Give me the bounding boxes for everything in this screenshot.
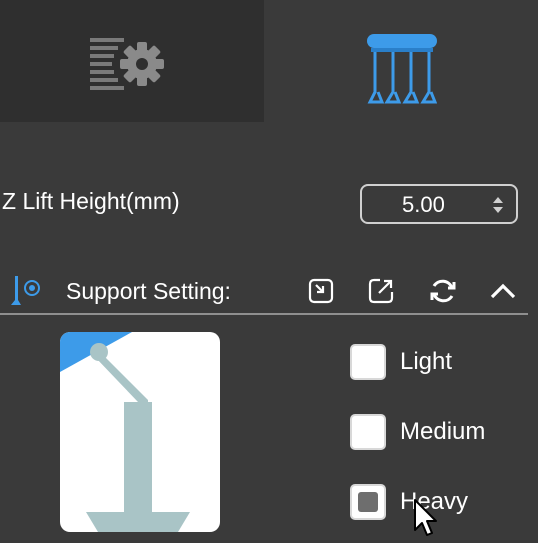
support-setting-title: Support Setting:	[66, 278, 231, 304]
option-medium[interactable]: Medium	[350, 410, 530, 454]
medium-checkbox[interactable]	[350, 414, 386, 450]
export-button[interactable]	[366, 276, 396, 306]
option-light-label: Light	[400, 348, 453, 375]
support-preview-drawing	[60, 332, 190, 532]
mouse-cursor-icon	[414, 499, 437, 536]
heavy-checkbox[interactable]	[350, 484, 386, 520]
collapse-button[interactable]	[488, 276, 518, 306]
refresh-icon	[430, 279, 456, 303]
support-settings-panel: Z Lift Height(mm) 5.00 Support Setting:	[0, 0, 538, 543]
support-setting-header: Support Setting:	[0, 264, 538, 316]
support-preview-image	[60, 332, 220, 532]
z-lift-height-label: Z Lift Height(mm)	[2, 188, 180, 214]
supports-table-icon	[367, 34, 437, 104]
light-checkbox[interactable]	[350, 344, 386, 380]
tab-print-settings[interactable]	[0, 0, 264, 122]
z-lift-height-value[interactable]: 5.00	[402, 192, 445, 218]
tab-supports[interactable]	[264, 0, 538, 122]
header-divider	[0, 313, 528, 315]
option-heavy[interactable]: Heavy	[350, 480, 530, 524]
import-button[interactable]	[306, 276, 336, 306]
chevron-up-icon	[490, 283, 516, 299]
print-settings-icon	[90, 38, 164, 90]
tab-bar	[0, 0, 538, 122]
support-tip-icon	[11, 276, 40, 305]
import-icon	[308, 278, 334, 304]
spin-arrows-icon[interactable]	[492, 195, 504, 215]
z-lift-height-spinbox[interactable]: 5.00	[360, 184, 518, 224]
refresh-button[interactable]	[428, 276, 458, 306]
export-icon	[368, 278, 394, 304]
option-medium-label: Medium	[400, 418, 486, 445]
z-lift-height-row: Z Lift Height(mm) 5.00	[0, 176, 538, 232]
option-light[interactable]: Light	[350, 340, 530, 384]
checkbox-fill	[358, 492, 378, 512]
